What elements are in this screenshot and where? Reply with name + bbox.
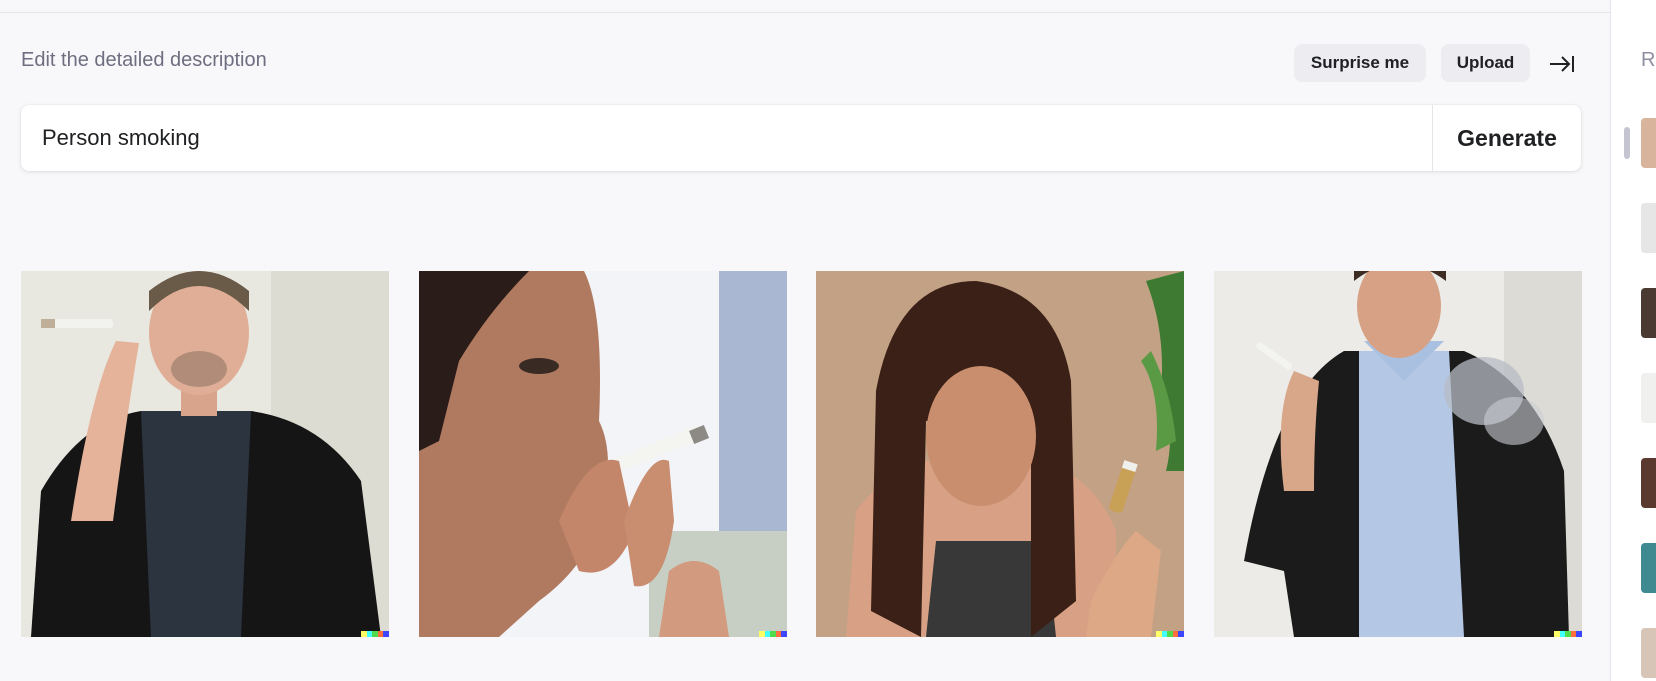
watermark (361, 631, 389, 637)
prompt-box: Generate (21, 105, 1581, 171)
result-image-4-art (1214, 271, 1582, 637)
watermark (1156, 631, 1184, 637)
generate-button[interactable]: Generate (1432, 105, 1581, 171)
result-image-4[interactable] (1214, 271, 1582, 637)
page: Edit the detailed description Surprise m… (0, 0, 1656, 681)
result-image-1-art (21, 271, 389, 637)
main-area: Edit the detailed description Surprise m… (0, 13, 1610, 681)
history-thumbnail[interactable] (1641, 203, 1656, 253)
result-image-1[interactable] (21, 271, 389, 637)
result-image-3[interactable] (816, 271, 1184, 637)
result-image-2-art (419, 271, 787, 637)
history-thumbnail[interactable] (1641, 118, 1656, 168)
collapse-panel-button[interactable] (1546, 51, 1578, 77)
history-panel-title: R (1641, 49, 1656, 71)
history-thumbnail[interactable] (1641, 628, 1656, 678)
surprise-me-button[interactable]: Surprise me (1294, 44, 1426, 82)
history-panel: R (1610, 0, 1656, 681)
history-thumbnail[interactable] (1641, 373, 1656, 423)
top-divider (0, 0, 1610, 13)
description-label: Edit the detailed description (21, 49, 267, 71)
history-thumbnail[interactable] (1641, 458, 1656, 508)
result-image-2[interactable] (419, 271, 787, 637)
upload-button[interactable]: Upload (1441, 44, 1530, 82)
prompt-input[interactable] (21, 105, 1432, 171)
history-thumbnail[interactable] (1641, 543, 1656, 593)
history-thumbnail[interactable] (1641, 288, 1656, 338)
arrow-right-to-bar-icon (1550, 56, 1574, 72)
result-image-3-art (816, 271, 1184, 637)
watermark (759, 631, 787, 637)
watermark (1554, 631, 1582, 637)
scrollbar[interactable] (1624, 127, 1630, 159)
